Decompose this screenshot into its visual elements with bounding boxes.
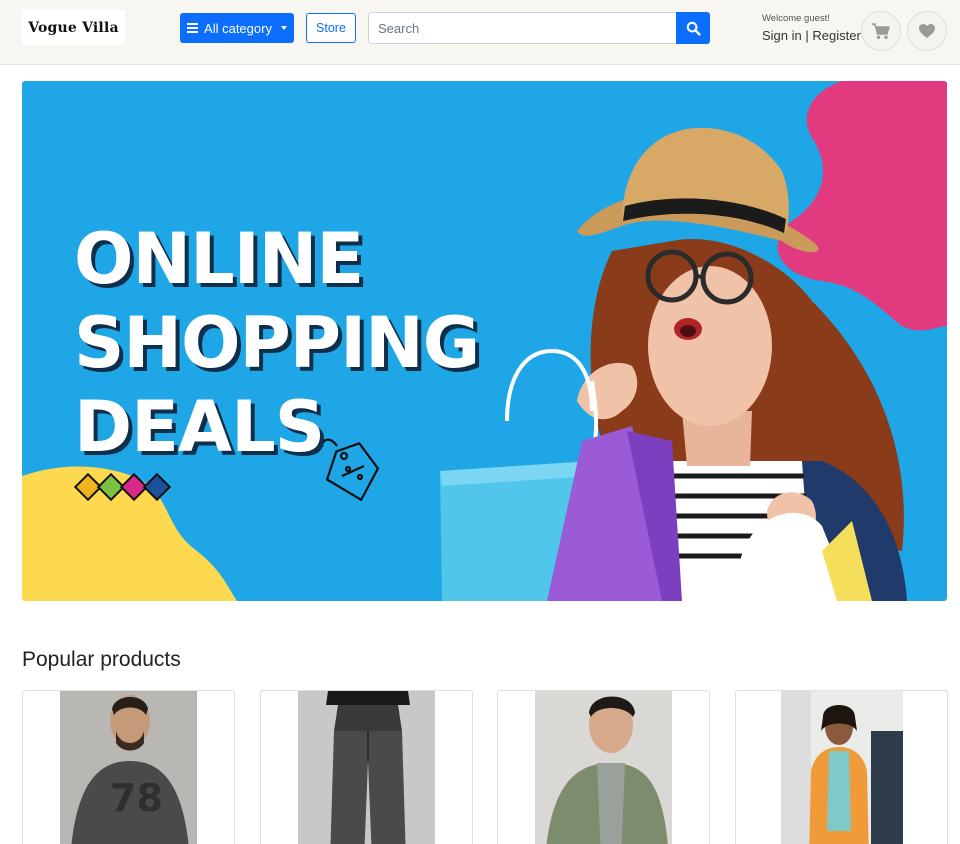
caret-down-icon (280, 26, 287, 30)
cart-button[interactable] (861, 11, 901, 51)
search-button[interactable] (676, 12, 710, 44)
product-grid: 78 (22, 690, 948, 844)
product-image[interactable] (781, 691, 903, 844)
banner-line-3: DEALS (74, 386, 325, 468)
banner-headline: ONLINE SHOPPING DEALS (74, 217, 480, 469)
cart-icon (872, 23, 890, 39)
heart-icon (919, 24, 935, 38)
site-header: Vogue Villa All category Store Welcome g… (0, 0, 960, 65)
auth-links: Sign in | Register (762, 28, 861, 43)
search-bar (368, 12, 710, 44)
product-image[interactable]: 78 (60, 691, 197, 844)
product-image[interactable] (535, 691, 672, 844)
store-button[interactable]: Store (306, 13, 356, 43)
all-category-label: All category (204, 20, 272, 36)
product-card[interactable] (497, 690, 710, 844)
popular-products-title: Popular products (22, 648, 181, 671)
register-link[interactable]: Register (812, 28, 860, 43)
auth-separator: | (801, 28, 813, 43)
search-icon (686, 21, 701, 36)
product-card[interactable] (735, 690, 948, 844)
svg-text:78: 78 (110, 776, 163, 820)
all-category-button[interactable]: All category (180, 13, 294, 43)
banner-line-2: SHOPPING (74, 302, 480, 384)
sign-in-link[interactable]: Sign in (762, 28, 802, 43)
welcome-text: Welcome guest! (762, 13, 830, 24)
wishlist-button[interactable] (907, 11, 947, 51)
product-image[interactable] (298, 691, 435, 844)
menu-icon (187, 23, 199, 33)
product-card[interactable] (260, 690, 473, 844)
logo[interactable]: Vogue Villa (22, 10, 125, 45)
banner-line-1: ONLINE (74, 218, 364, 300)
product-card[interactable]: 78 (22, 690, 235, 844)
hero-banner[interactable]: ONLINE SHOPPING DEALS (22, 81, 947, 601)
search-input[interactable] (368, 12, 676, 44)
